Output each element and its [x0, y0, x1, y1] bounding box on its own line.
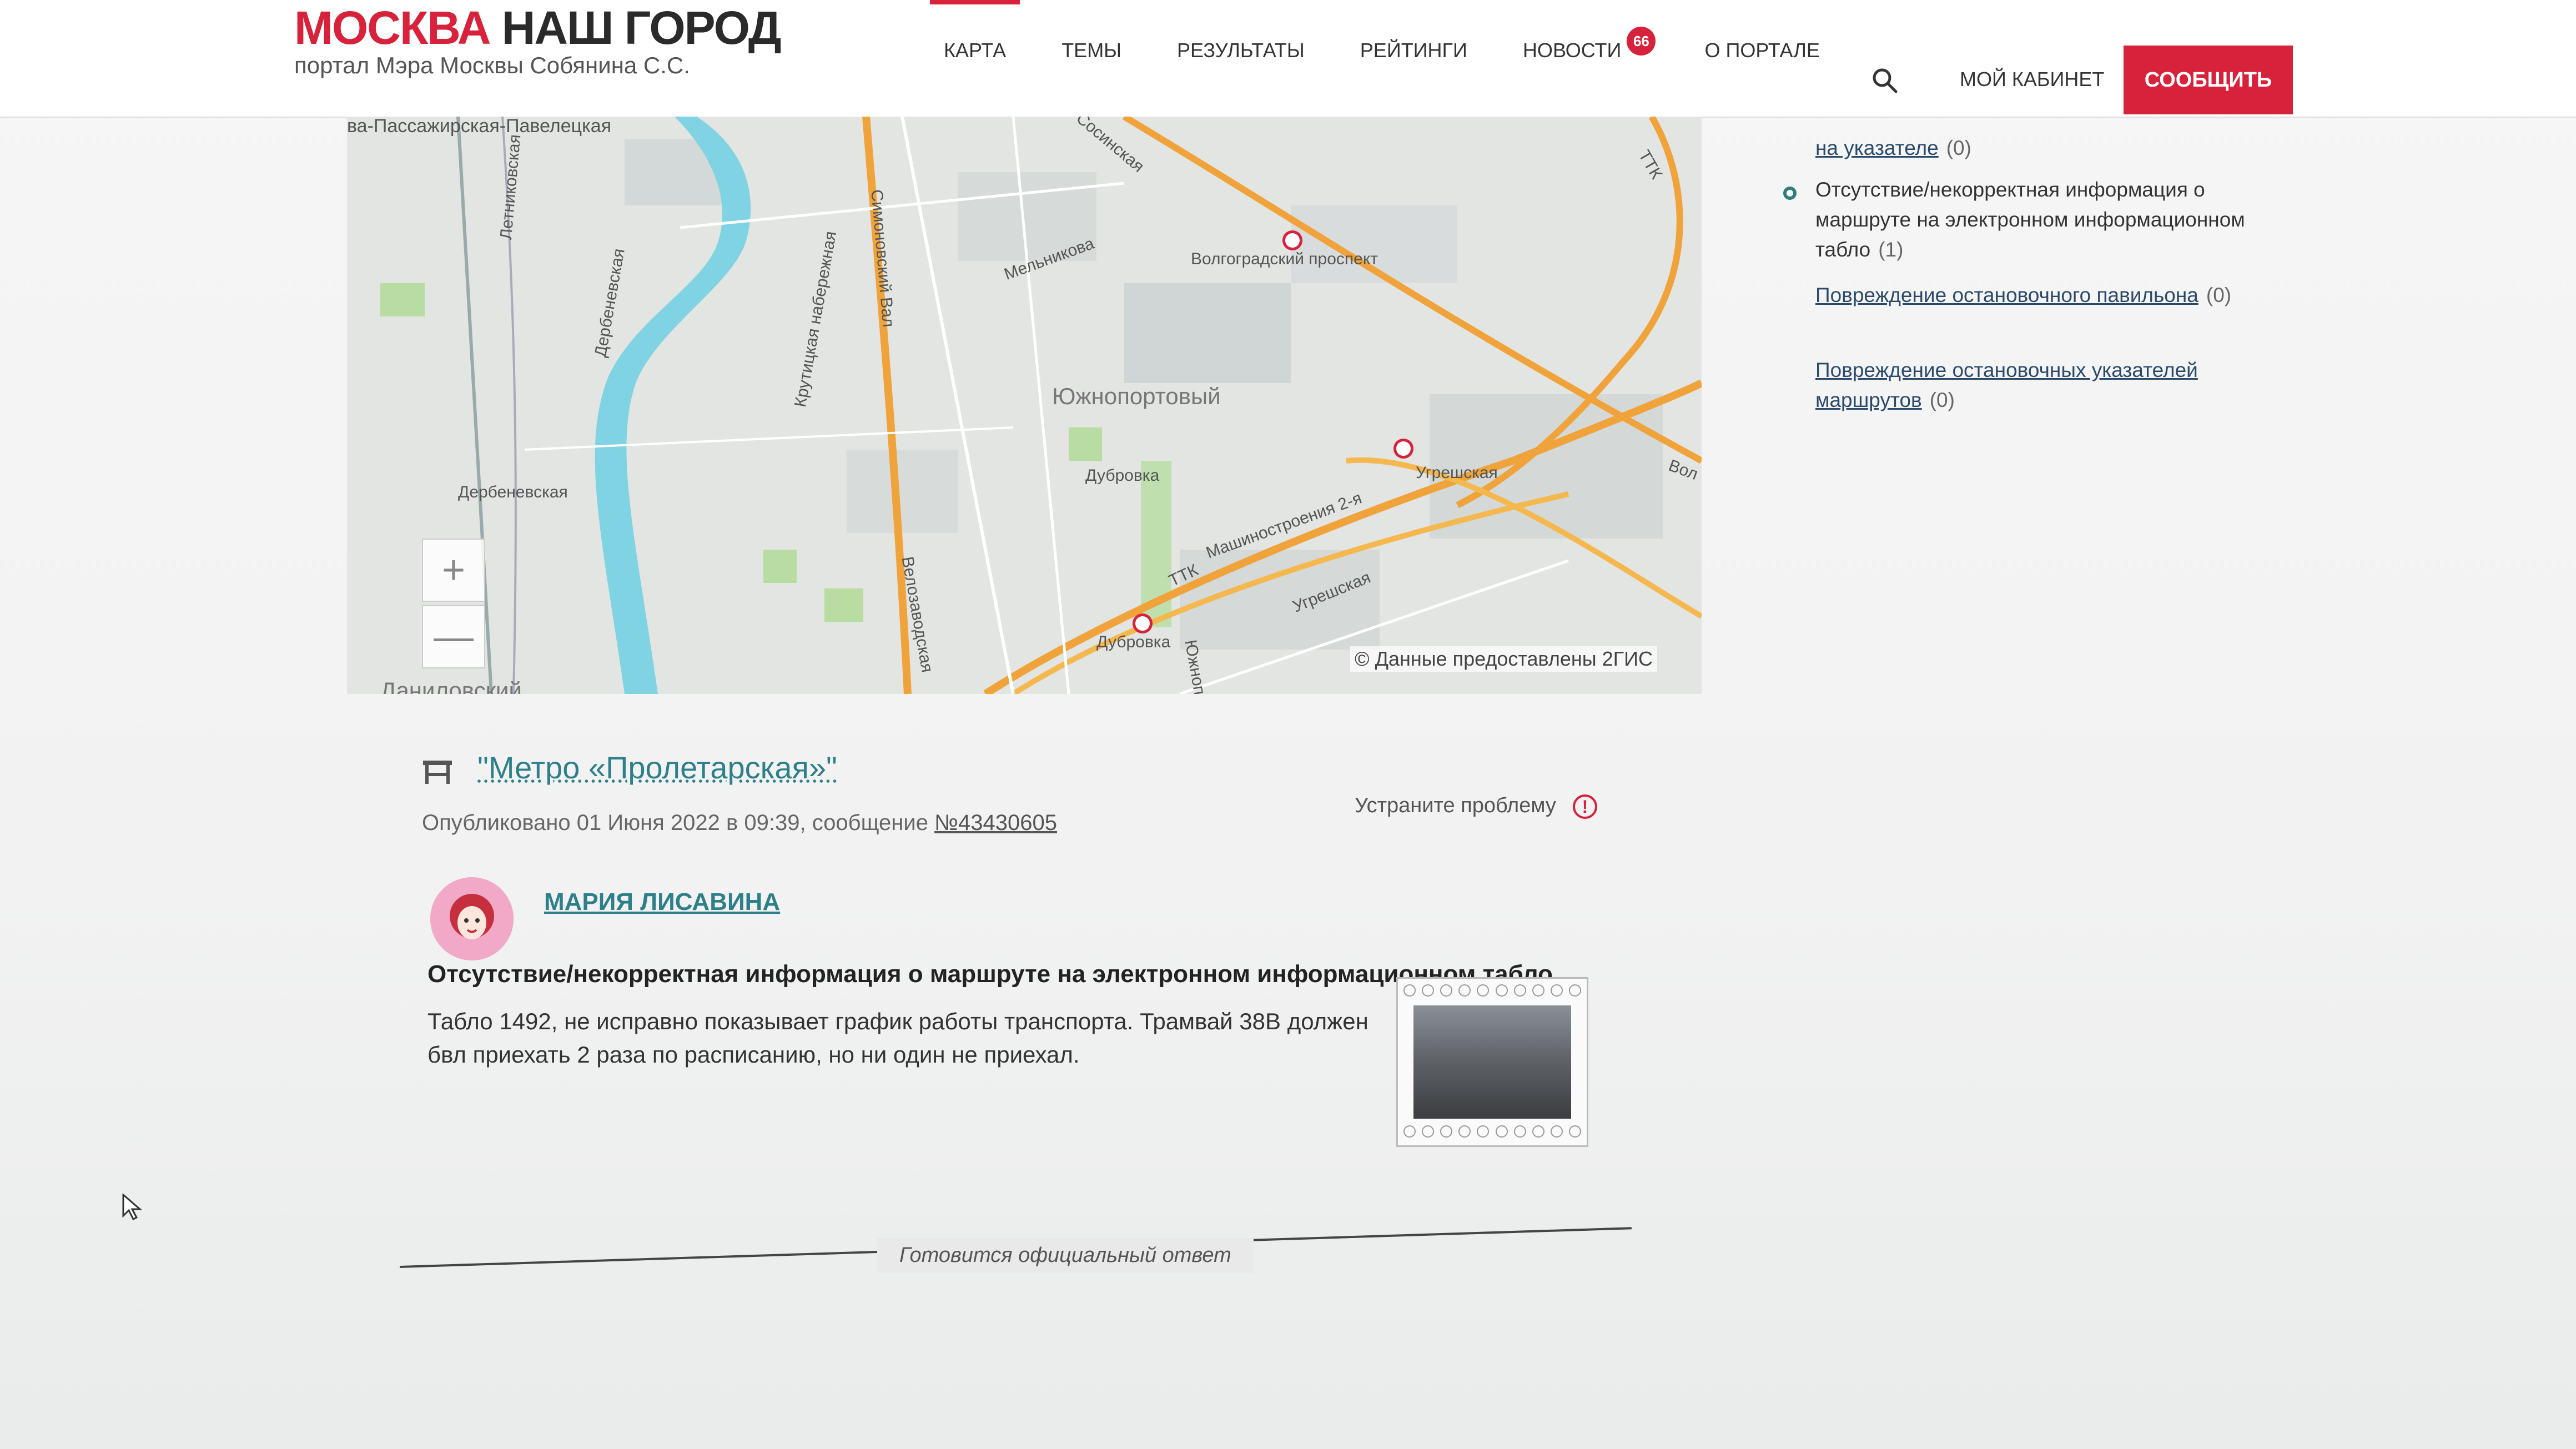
nav-about[interactable]: О ПОРТАЛЕ [1704, 39, 1820, 62]
map-canvas [347, 117, 1702, 694]
nav-news-label: НОВОСТИ [1522, 39, 1622, 62]
radio-selected-icon[interactable] [1783, 187, 1797, 200]
nav-news[interactable]: НОВОСТИ 66 [1522, 27, 1656, 62]
filter-count: (0) [1946, 137, 1971, 159]
filter-item-display-info[interactable]: Отсутствие/некорректная информация о мар… [1815, 175, 2248, 265]
filter-label[interactable]: Повреждение остановочного павильона [1815, 284, 2198, 306]
logo-title: МОСКВА НАШ ГОРОД [294, 0, 782, 56]
zoom-out-button[interactable]: — [422, 605, 485, 668]
film-holes-top [1403, 984, 1581, 999]
filter-count: (0) [2206, 284, 2232, 306]
fix-problem-label: Устраните проблему [1355, 794, 1556, 817]
map-label-dubrovka: Дубровка [1085, 466, 1160, 485]
filter-item-pavilion-damage[interactable]: Повреждение остановочного павильона (0) [1815, 280, 2248, 310]
map-copyright: © Данные предоставлены 2ГИС [1350, 646, 1657, 672]
film-holes-bottom [1403, 1125, 1581, 1140]
map-label-ugreshskaya-metro: Угрешская [1416, 464, 1498, 482]
filter-item-sign-damage[interactable]: Повреждение остановочных указателей марш… [1815, 355, 2248, 415]
logo-red-part: МОСКВА [294, 2, 491, 54]
metro-marker-ugreshskaya[interactable] [1393, 439, 1413, 459]
map-label-danilovsky: Даниловский [380, 677, 522, 694]
site-header: МОСКВА НАШ ГОРОД портал Мэра Москвы Собя… [0, 0, 2576, 118]
metro-marker-dubrovka[interactable] [1133, 613, 1153, 633]
report-button[interactable]: СООБЩИТЬ [2124, 46, 2293, 114]
site-logo[interactable]: МОСКВА НАШ ГОРОД портал Мэра Москвы Собя… [294, 0, 782, 79]
map-label-volgograd: Волгоградский проспект [1191, 250, 1378, 268]
page: МОСКВА НАШ ГОРОД портал Мэра Москвы Собя… [0, 0, 2576, 1449]
map-label-railway: ва-Пассажирская-Павелецкая [347, 117, 612, 137]
nav-ratings[interactable]: РЕЙТИНГИ [1360, 39, 1467, 62]
map[interactable]: ва-Пассажирская-Павелецкая Мельникова Со… [347, 117, 1702, 694]
filter-count: (0) [1929, 389, 1955, 411]
nav-results[interactable]: РЕЗУЛЬТАТЫ [1177, 39, 1305, 62]
search-icon[interactable] [1871, 67, 1899, 94]
message-text: Табло 1492, не исправно показывает графи… [427, 1008, 1368, 1068]
map-label-derbenevskaya: Дербеневская [458, 483, 568, 501]
message-meta: Опубликовано 01 Июня 2022 в 09:39, сообщ… [422, 811, 1057, 836]
avatar[interactable] [430, 877, 514, 960]
nav-map[interactable]: КАРТА [929, 0, 1020, 62]
photo-thumbnail[interactable] [1396, 977, 1588, 1147]
zoom-in-button[interactable]: + [422, 539, 485, 602]
nav-topics[interactable]: ТЕМЫ [1061, 39, 1121, 62]
author-name[interactable]: МАРИЯ ЛИСАВИНА [544, 888, 780, 916]
main-nav: КАРТА ТЕМЫ РЕЗУЛЬТАТЫ РЕЙТИНГИ НОВОСТИ 6… [929, 0, 1875, 62]
bus-stop-icon [422, 758, 453, 785]
filter-label[interactable]: на указателе [1815, 137, 1939, 159]
photo-image [1413, 1005, 1571, 1119]
filter-item-sign-info[interactable]: на указателе (0) [1815, 133, 2248, 163]
official-answer-status: Готовится официальный ответ [877, 1238, 1254, 1273]
published-text: Опубликовано 01 Июня 2022 в 09:39, сообщ… [422, 811, 935, 835]
message-title[interactable]: "Метро «Пролетарская»" [477, 749, 837, 786]
map-label-district: Южнопортовый [1052, 383, 1221, 409]
map-label-dubrovka-metro: Дубровка [1096, 633, 1171, 651]
filter-count: (1) [1878, 238, 1904, 261]
metro-marker-volgograd[interactable] [1282, 230, 1302, 250]
fix-problem-link[interactable]: Устраните проблему! [1355, 794, 1597, 819]
logo-subtitle: портал Мэра Москвы Собянина С.С. [294, 52, 690, 78]
my-cabinet-link[interactable]: МОЙ КАБИНЕТ [1960, 68, 2104, 91]
logo-dark-part: НАШ ГОРОД [501, 2, 782, 54]
warning-icon: ! [1572, 794, 1597, 819]
news-count-badge: 66 [1627, 27, 1656, 56]
mouse-cursor-icon [122, 1193, 144, 1221]
problem-category: Отсутствие/некорректная информация о мар… [427, 960, 1553, 988]
message-number-link[interactable]: №43430605 [934, 811, 1057, 835]
filter-label[interactable]: Повреждение остановочных указателей марш… [1815, 359, 2198, 411]
